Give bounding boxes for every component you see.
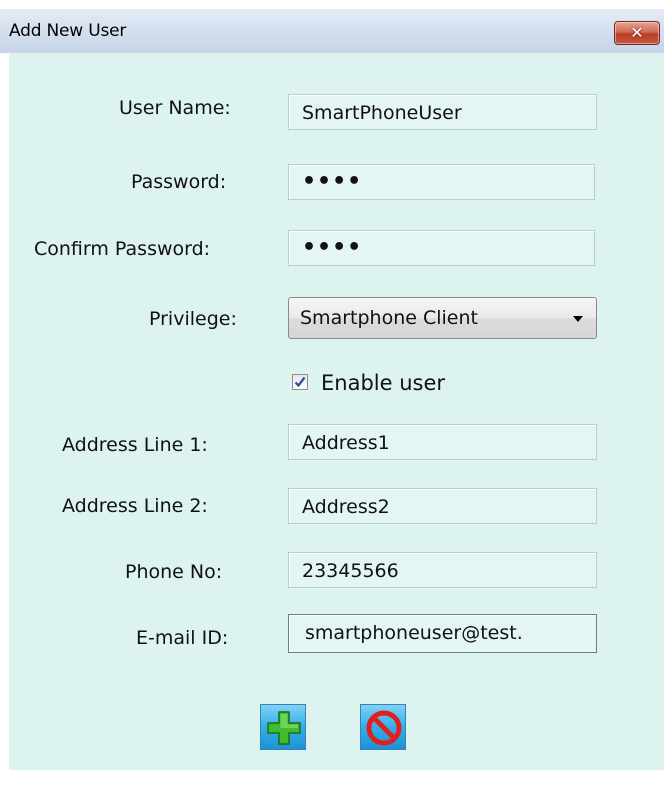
password-input[interactable]: •••• (288, 164, 595, 200)
dialog-title: Add New User (9, 21, 127, 41)
address2-input[interactable]: Address2 (288, 488, 597, 524)
confirm-password-input[interactable]: •••• (288, 230, 595, 266)
address1-label: Address Line 1: (62, 434, 208, 456)
add-user-button[interactable] (260, 704, 306, 750)
cancel-button[interactable] (360, 704, 406, 750)
address1-input[interactable]: Address1 (288, 424, 597, 460)
privilege-selected-value: Smartphone Client (300, 307, 478, 329)
privilege-label: Privilege: (149, 308, 237, 330)
title-bar[interactable]: Add New User ✕ (0, 8, 664, 53)
username-input[interactable]: SmartPhoneUser (288, 94, 597, 130)
password-label: Password: (131, 171, 227, 193)
email-label: E-mail ID: (136, 627, 229, 649)
close-icon: ✕ (630, 23, 644, 42)
form-panel (9, 53, 664, 770)
email-input[interactable]: smartphoneuser@test. (288, 614, 597, 653)
chevron-down-icon (573, 316, 583, 322)
phone-input[interactable]: 23345566 (288, 552, 597, 588)
confirm-password-label: Confirm Password: (34, 238, 211, 260)
phone-label: Phone No: (125, 561, 223, 583)
enable-user-checkbox[interactable] (292, 374, 308, 390)
address2-label: Address Line 2: (62, 495, 208, 517)
enable-user-label[interactable]: Enable user (321, 371, 445, 395)
username-label: User Name: (119, 97, 231, 119)
privilege-select[interactable]: Smartphone Client (288, 297, 597, 339)
checkmark-icon (294, 376, 306, 388)
add-user-dialog: Add New User ✕ User Name: SmartPhoneUser… (0, 0, 664, 795)
no-entry-icon (366, 710, 402, 746)
plus-icon (267, 711, 301, 745)
close-button[interactable]: ✕ (614, 21, 660, 45)
